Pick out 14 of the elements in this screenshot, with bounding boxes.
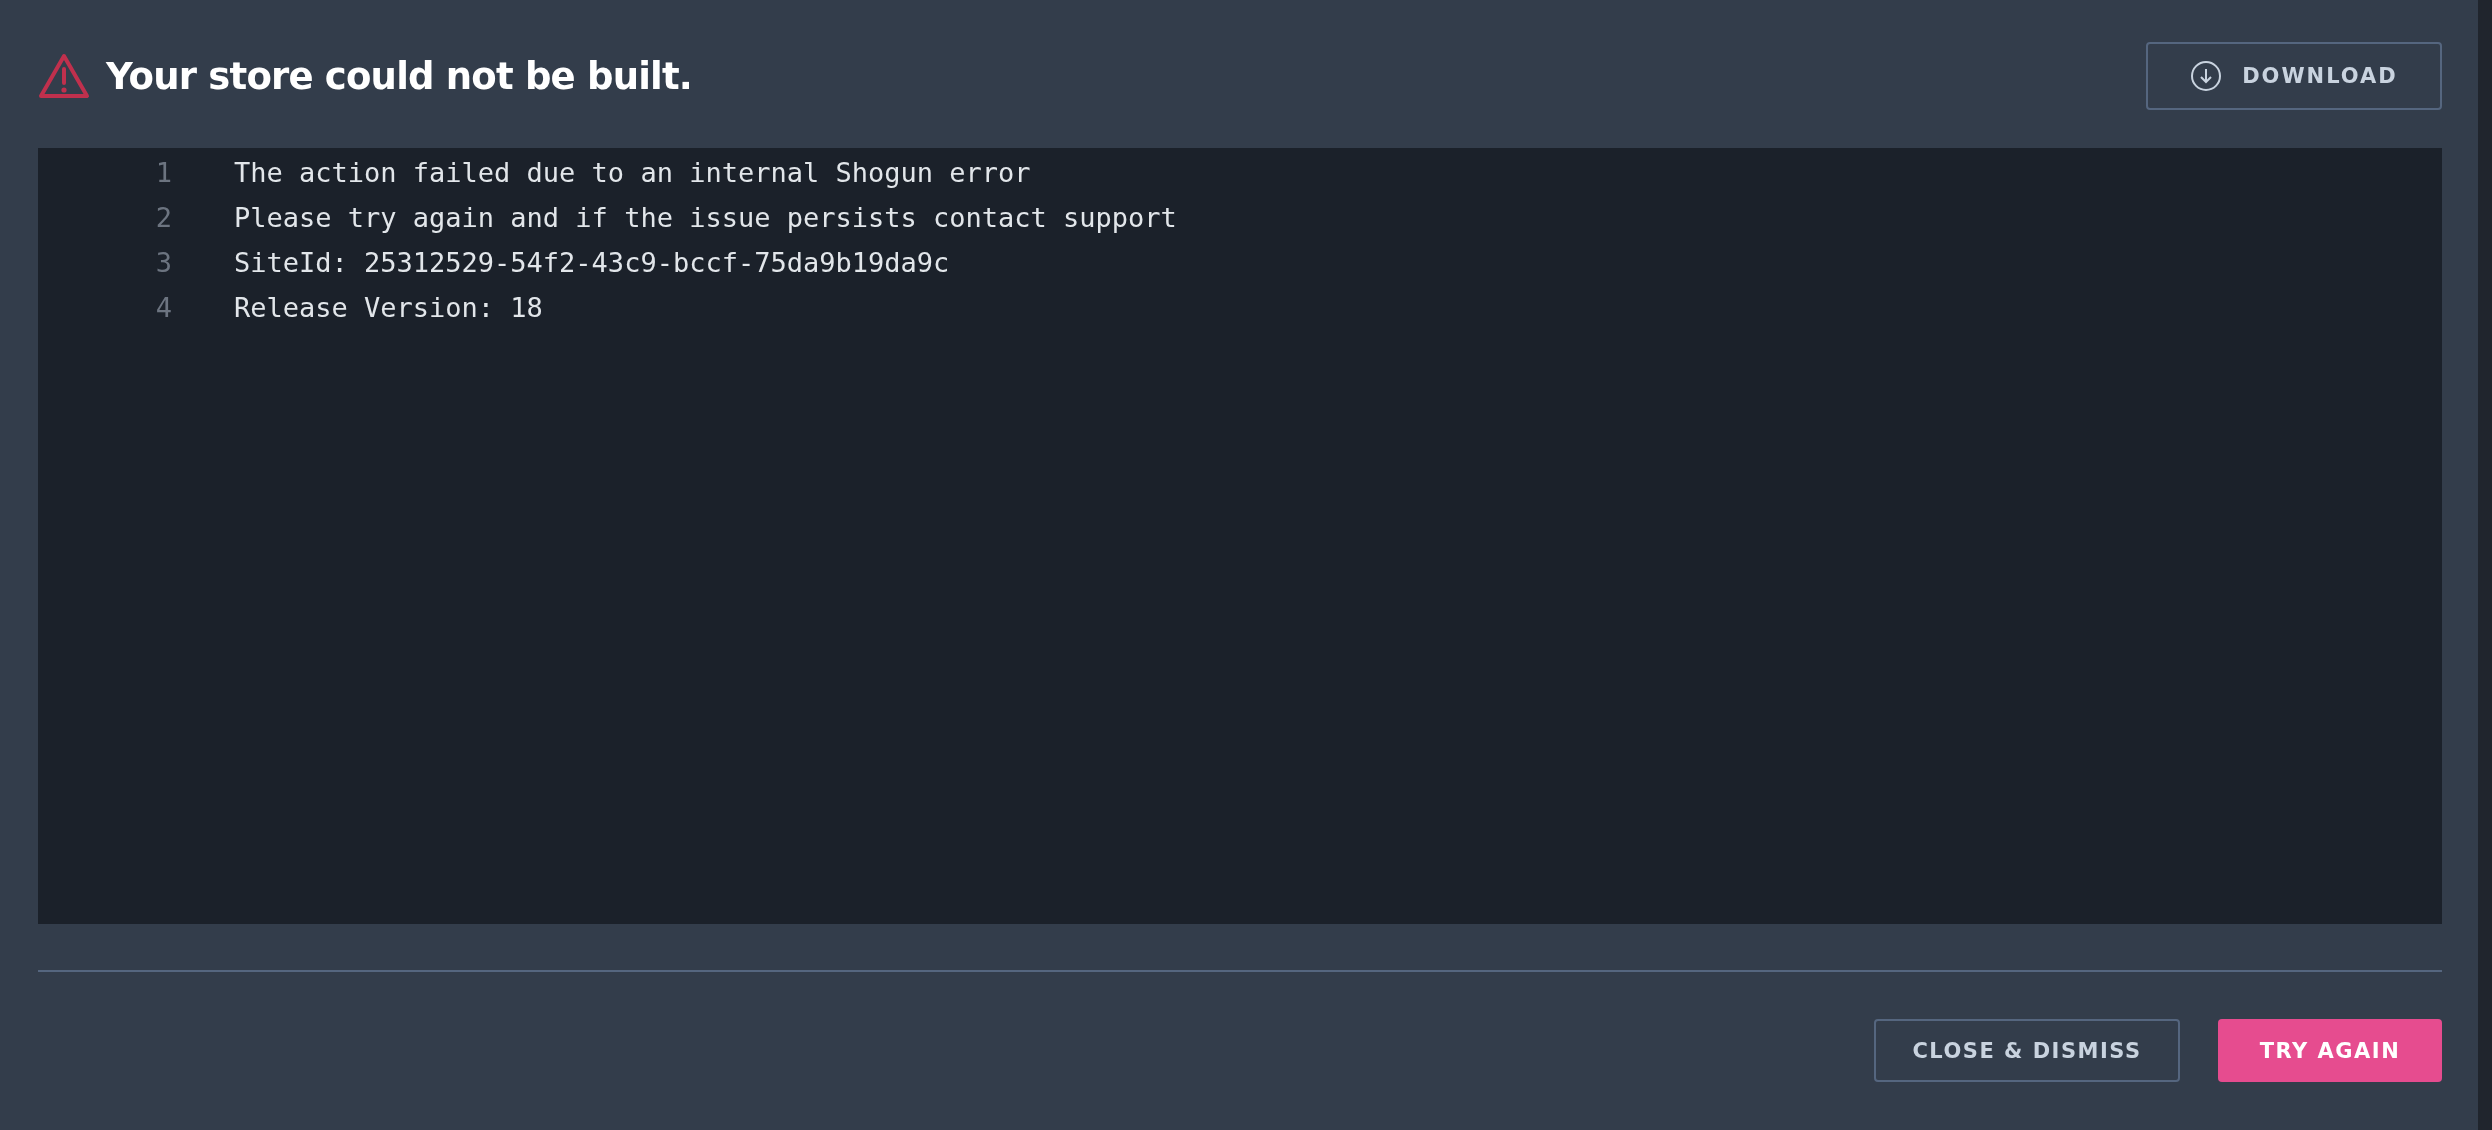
close-button[interactable]: CLOSE & DISMISS [1874,1019,2180,1082]
try-again-button[interactable]: TRY AGAIN [2218,1019,2442,1082]
line-number: 4 [154,292,172,323]
line-number: 1 [154,157,172,188]
log-line: Release Version: 18 [234,292,543,323]
download-button[interactable]: DOWNLOAD [2146,42,2442,110]
log-line: The action failed due to an internal Shogun error [234,157,1031,188]
warning-icon [38,52,90,100]
line-number: 3 [154,247,172,278]
line-number: 2 [154,202,172,233]
download-icon [2190,60,2223,92]
log-line: SiteId: 25312529-54f2-43c9-bccf-75da9b19da9c [234,247,950,278]
dialog-title: Your store could not be built. [106,54,694,98]
log-line: Please try again and if the issue persists contact support [234,202,1177,233]
